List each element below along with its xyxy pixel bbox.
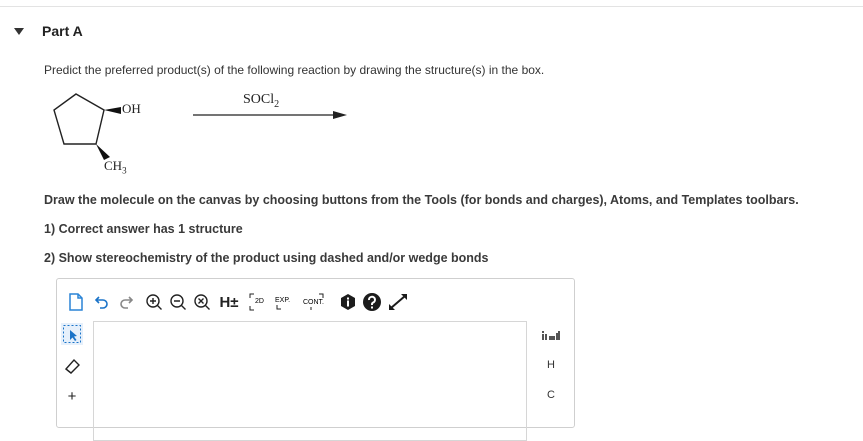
select-icon[interactable] [61, 323, 83, 345]
note-stereochemistry: 2) Show stereochemistry of the product u… [44, 251, 489, 265]
atom-c-button[interactable]: C [542, 389, 560, 401]
ch3-group-label: CH3 [104, 158, 127, 176]
fullscreen-icon[interactable] [387, 291, 409, 313]
drawing-canvas[interactable] [93, 321, 527, 441]
contract-icon[interactable]: CONT. [301, 291, 331, 313]
redo-icon[interactable] [115, 291, 137, 313]
editor-toolbar: H± 2D EXP. CONT. [57, 279, 574, 319]
atom-h-button[interactable]: H [542, 359, 560, 371]
info-icon[interactable] [337, 291, 359, 313]
reactant-structure [53, 93, 121, 160]
svg-text:EXP.: EXP. [275, 297, 290, 304]
svg-text:CONT.: CONT. [303, 299, 324, 306]
part-a-header[interactable]: Part A [14, 20, 83, 42]
periodic-table-icon[interactable] [542, 329, 560, 344]
expand-icon[interactable]: EXP. [273, 291, 299, 313]
note-one-structure: 1) Correct answer has 1 structure [44, 222, 243, 236]
question-instruction: Predict the preferred product(s) of the … [44, 63, 545, 77]
caret-down-icon[interactable] [14, 27, 24, 35]
svg-text:2D: 2D [255, 298, 264, 305]
h-toggle-button[interactable]: H± [215, 291, 243, 313]
eraser-icon[interactable] [61, 355, 83, 377]
undo-icon[interactable] [91, 291, 113, 313]
plus-charge-button[interactable]: + [61, 385, 83, 407]
zoom-in-icon[interactable] [143, 291, 165, 313]
top-divider [0, 6, 863, 7]
zoom-reset-icon[interactable] [191, 291, 213, 313]
reagent-label: SOCl2 [243, 92, 280, 110]
2d-clean-icon[interactable]: 2D [247, 291, 269, 313]
draw-instructions: Draw the molecule on the canvas by choos… [44, 193, 799, 207]
zoom-out-icon[interactable] [167, 291, 189, 313]
oh-group-label: OH [122, 101, 141, 116]
part-title: Part A [42, 23, 83, 39]
new-document-icon[interactable] [65, 291, 87, 313]
help-icon[interactable] [361, 291, 383, 313]
molecule-editor: H± 2D EXP. CONT. + H C [56, 278, 575, 441]
reaction-arrow [193, 111, 347, 119]
